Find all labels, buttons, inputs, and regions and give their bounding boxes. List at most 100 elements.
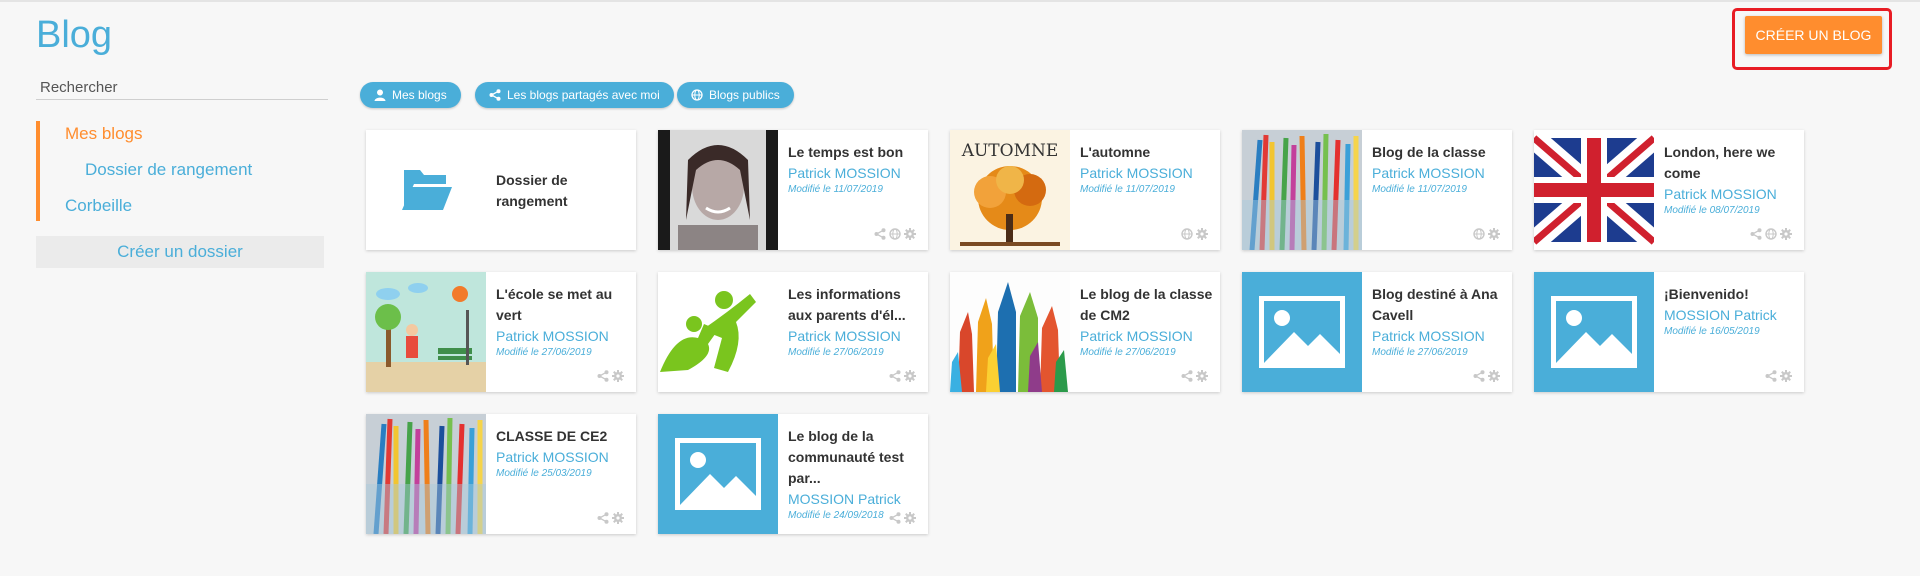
blog-title: Le blog de la classe de CM2 bbox=[1080, 286, 1213, 323]
blog-title: Blog de la classe bbox=[1372, 144, 1486, 160]
tree-item-storage-folder[interactable]: Dossier de rangement bbox=[85, 160, 252, 180]
blog-author: Patrick MOSSION bbox=[1080, 328, 1193, 344]
gear-icon[interactable] bbox=[612, 370, 624, 382]
share-icon[interactable] bbox=[1473, 370, 1485, 382]
blog-author: MOSSION Patrick bbox=[788, 491, 901, 507]
filter-label: Blogs publics bbox=[709, 88, 780, 102]
filter-label: Les blogs partagés avec moi bbox=[507, 88, 660, 102]
blog-modified-date: Modifié le 27/06/2019 bbox=[788, 347, 884, 358]
colored-pencils-thumbnail bbox=[1242, 130, 1362, 250]
blog-card[interactable]: Le temps est bon Patrick MOSSION Modifié l… bbox=[658, 130, 928, 250]
blog-modified-date: Modifié le 27/06/2019 bbox=[1080, 347, 1176, 358]
union-jack-flag-thumbnail bbox=[1534, 130, 1654, 250]
share-icon[interactable] bbox=[597, 512, 609, 524]
blog-card[interactable]: ¡Bienvenido! MOSSION Patrick Modifié le 16… bbox=[1534, 272, 1804, 392]
blog-title: L'automne bbox=[1080, 144, 1151, 160]
gear-icon[interactable] bbox=[1780, 228, 1792, 240]
folder-thumbnail bbox=[366, 130, 486, 250]
blog-author: Patrick MOSSION bbox=[496, 449, 609, 465]
globe-icon[interactable] bbox=[889, 228, 901, 240]
folder-tree: Mes blogs Dossier de rangement Corbeille bbox=[36, 121, 332, 221]
blog-modified-date: Modifié le 08/07/2019 bbox=[1664, 205, 1760, 216]
blog-card[interactable]: London, here we come Patrick MOSSION Modif… bbox=[1534, 130, 1804, 250]
blog-author: Patrick MOSSION bbox=[1372, 328, 1485, 344]
image-placeholder-thumbnail bbox=[658, 414, 778, 534]
page-title: Blog bbox=[36, 14, 113, 56]
blog-actions bbox=[889, 512, 916, 524]
blog-card[interactable]: AUTOMNE L'automne Patrick MOSSION Modifié l… bbox=[950, 130, 1220, 250]
filter-public-blogs[interactable]: Blogs publics bbox=[677, 82, 794, 108]
create-blog-button[interactable]: CRÉER UN BLOG bbox=[1745, 16, 1882, 54]
blog-card[interactable]: Blog de la classe Patrick MOSSION Modifié … bbox=[1242, 130, 1512, 250]
green-figures-thumbnail bbox=[658, 272, 778, 392]
colored-pencils-thumbnail bbox=[366, 414, 486, 534]
blog-actions bbox=[889, 370, 916, 382]
share-icon bbox=[489, 89, 501, 101]
filter-label: Mes blogs bbox=[392, 88, 447, 102]
share-icon[interactable] bbox=[874, 228, 886, 240]
portrait-photo-thumbnail bbox=[658, 130, 778, 250]
gear-icon[interactable] bbox=[1780, 370, 1792, 382]
blog-card[interactable]: Blog destiné à Ana Cavell Patrick MOSSION… bbox=[1242, 272, 1512, 392]
raised-hands-thumbnail bbox=[950, 272, 1070, 392]
share-icon[interactable] bbox=[1765, 370, 1777, 382]
blog-modified-date: Modifié le 27/06/2019 bbox=[496, 347, 592, 358]
gear-icon[interactable] bbox=[904, 228, 916, 240]
blog-card[interactable]: Le blog de la communauté test par... MOSS… bbox=[658, 414, 928, 534]
park-drawing-thumbnail bbox=[366, 272, 486, 392]
blog-title: Les informations aux parents d'él... bbox=[788, 286, 906, 323]
gear-icon[interactable] bbox=[1196, 228, 1208, 240]
gear-icon[interactable] bbox=[1488, 370, 1500, 382]
blog-title: London, here we come bbox=[1664, 144, 1776, 181]
user-icon bbox=[374, 89, 386, 101]
gear-icon[interactable] bbox=[612, 512, 624, 524]
blog-actions bbox=[1750, 228, 1792, 240]
folder-card[interactable]: Dossier de rangement bbox=[366, 130, 636, 250]
blog-author: Patrick MOSSION bbox=[788, 165, 901, 181]
tree-item-trash[interactable]: Corbeille bbox=[65, 196, 132, 216]
blog-author: MOSSION Patrick bbox=[1664, 307, 1777, 323]
gear-icon[interactable] bbox=[1196, 370, 1208, 382]
blog-author: Patrick MOSSION bbox=[496, 328, 609, 344]
filter-shared-blogs[interactable]: Les blogs partagés avec moi bbox=[475, 82, 674, 108]
top-divider bbox=[0, 0, 1920, 2]
blog-modified-date: Modifié le 11/07/2019 bbox=[1080, 184, 1175, 195]
globe-icon[interactable] bbox=[1765, 228, 1777, 240]
blog-modified-date: Modifié le 11/07/2019 bbox=[1372, 184, 1467, 195]
gear-icon[interactable] bbox=[904, 370, 916, 382]
share-icon[interactable] bbox=[1181, 370, 1193, 382]
globe-icon[interactable] bbox=[1473, 228, 1485, 240]
blog-author: Patrick MOSSION bbox=[1372, 165, 1485, 181]
blog-modified-date: Modifié le 27/06/2019 bbox=[1372, 347, 1468, 358]
blog-card[interactable]: Les informations aux parents d'él... Patr… bbox=[658, 272, 928, 392]
share-icon[interactable] bbox=[597, 370, 609, 382]
blog-actions bbox=[597, 370, 624, 382]
share-icon[interactable] bbox=[889, 370, 901, 382]
image-placeholder-thumbnail bbox=[1534, 272, 1654, 392]
create-folder-button[interactable]: Créer un dossier bbox=[36, 236, 324, 268]
autumn-tree-thumbnail: AUTOMNE bbox=[950, 130, 1070, 250]
blog-title: CLASSE DE CE2 bbox=[496, 428, 608, 444]
blog-actions bbox=[1765, 370, 1792, 382]
gear-icon[interactable] bbox=[904, 512, 916, 524]
folder-title: Dossier de rangement bbox=[496, 172, 568, 209]
globe-icon[interactable] bbox=[1181, 228, 1193, 240]
blog-title: Blog destiné à Ana Cavell bbox=[1372, 286, 1498, 323]
folder-open-icon bbox=[402, 170, 452, 210]
tree-item-my-blogs[interactable]: Mes blogs bbox=[65, 124, 142, 144]
blog-card[interactable]: L'école se met au vert Patrick MOSSION Mod… bbox=[366, 272, 636, 392]
blog-author: Patrick MOSSION bbox=[1080, 165, 1193, 181]
filter-my-blogs[interactable]: Mes blogs bbox=[360, 82, 461, 108]
share-icon[interactable] bbox=[889, 512, 901, 524]
search-input[interactable] bbox=[36, 76, 328, 100]
share-icon[interactable] bbox=[1750, 228, 1762, 240]
blog-modified-date: Modifié le 25/03/2019 bbox=[496, 468, 592, 479]
blog-actions bbox=[874, 228, 916, 240]
gear-icon[interactable] bbox=[1488, 228, 1500, 240]
blog-actions bbox=[597, 512, 624, 524]
blog-card[interactable]: CLASSE DE CE2 Patrick MOSSION Modifié le 2… bbox=[366, 414, 636, 534]
blog-card[interactable]: Le blog de la classe de CM2 Patrick MOSSI… bbox=[950, 272, 1220, 392]
blog-title: Le temps est bon bbox=[788, 144, 904, 160]
image-placeholder-thumbnail bbox=[1242, 272, 1362, 392]
blog-title: ¡Bienvenido! bbox=[1664, 286, 1749, 302]
